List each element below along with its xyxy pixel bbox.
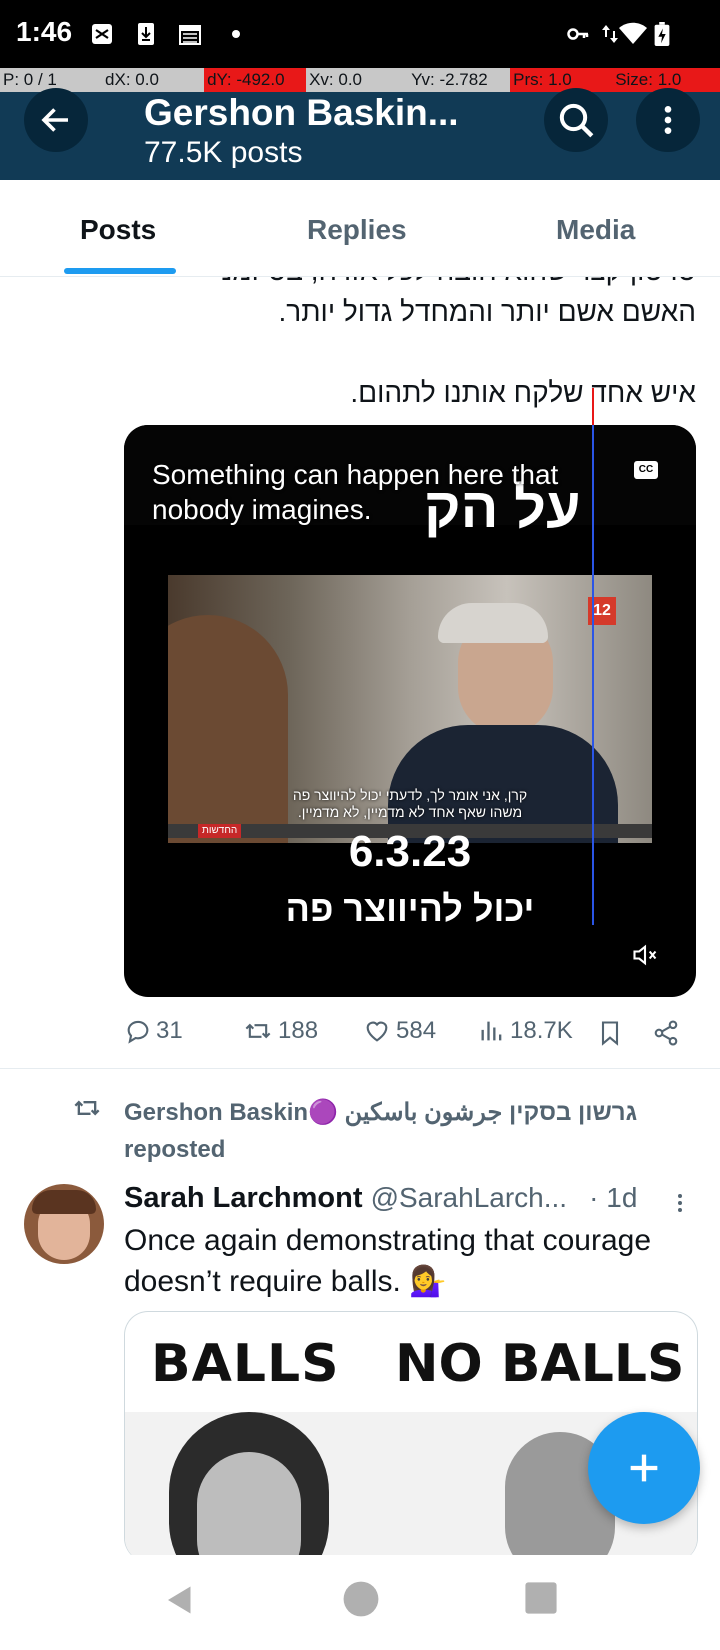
author-name[interactable]: Sarah Larchmont [124,1182,363,1214]
home-circle-icon[interactable] [342,1580,380,1618]
touch-trace-line [592,425,594,925]
speaker-hair [438,603,548,643]
system-nav-bar [0,1555,720,1650]
video-frame: 12 קרן, אני אומר לך, לדעתי יכול להיווצר … [168,575,652,843]
author-handle[interactable]: @SarahLarch... [371,1182,568,1213]
recents-square-icon[interactable] [524,1581,558,1615]
reply-count: 31 [156,1017,183,1044]
avatar[interactable] [24,1184,104,1264]
active-tab-indicator [64,268,176,274]
views-button[interactable]: 18.7K [478,1017,573,1045]
video-player[interactable]: על הק Something can happen here that nob… [124,425,696,997]
arrow-left-icon [41,108,68,132]
pointer-pressure: Prs: 1.0 [510,68,613,92]
search-icon [559,103,594,138]
video-subtitle-line: קרן, אני אומר לך, לדעתי יכול להיווצר פה [292,787,528,803]
video-bottom-hebrew: יכול להיווצר פה [285,888,535,929]
back-triangle-icon[interactable] [162,1580,198,1620]
reposted-label: reposted [124,1136,226,1163]
video-subtitle: קרן, אני אומר לך, לדעתי יכול להיווצר פה … [168,787,652,821]
compose-button[interactable] [588,1412,700,1524]
repost-count: 188 [278,1017,319,1044]
like-button[interactable]: 584 [362,1017,436,1045]
tab-replies[interactable]: Replies [307,214,407,246]
clipped-text-row: סרטון קצר שהוא חובה לכל אזרח, בס זמנ [0,277,720,293]
search-button[interactable] [544,88,608,152]
pointer-dy: dY: -492.0 [204,68,307,92]
closed-captions-button[interactable]: CC [634,461,658,479]
status-time: 1:46 [16,16,73,47]
tab-media[interactable]: Media [556,214,635,246]
tweet-author-row: Sarah Larchmont @SarahLarch... · 1d [124,1182,637,1215]
repost-attribution[interactable]: Gershon Baskin🟣 גרשון בסקין جرشون باسكين… [124,1094,664,1168]
post-text-line: האשם אשם יותר והמחדל גדול יותר. [278,296,696,327]
post-count: 77.5K posts [144,136,303,169]
repost-indicator-icon [74,1100,100,1116]
pointer-xv: Xv: 0.0 [306,68,409,92]
post-text-line: איש אחד שלקח אותנו לתהום. [350,377,696,408]
reposter-name: Gershon Baskin🟣 גרשון בסקין جرشون باسكين [124,1099,638,1126]
download-icon [138,23,154,45]
video-caption: Something can happen here that nobody im… [152,459,559,525]
tweet-text: Once again demonstrating that courage do… [124,1224,652,1298]
wifi-icon [619,22,647,44]
reply-bubble-icon [127,1020,149,1044]
back-button[interactable] [24,88,88,152]
post-divider [0,1068,720,1069]
card-left-heading: BALLS [151,1334,340,1394]
repost-icon [245,1023,271,1039]
battery-charging-icon [654,22,670,46]
vpn-key-icon [567,28,589,40]
video-date: 6.3.23 [348,827,472,876]
plus-icon [630,1454,658,1482]
views-count: 18.7K [510,1017,573,1044]
left-portrait-face [197,1452,301,1562]
pointer-yv: Yv: -2.782 [408,68,511,92]
tweet-more-icon[interactable] [668,1188,692,1218]
profile-header: Gershon Baskin... 77.5K posts [0,88,720,180]
shuffle-icon [92,24,112,44]
video-subtitle-line: משהו שאף אחד לא מדמיין, לא מדמיין. [297,804,523,820]
calendar-icon [179,25,201,45]
avatar-hair [32,1190,96,1214]
more-options-button[interactable] [636,88,700,152]
dot-icon [232,30,240,38]
bookmark-icon[interactable] [596,1018,624,1048]
status-bar: 1:46 [0,0,720,70]
reply-button[interactable]: 31 [124,1017,183,1045]
repost-button[interactable]: 188 [242,1017,318,1045]
pointer-dx: dX: 0.0 [102,68,205,92]
tweet-time: · 1d [589,1182,638,1213]
post-text-line-cut: סרטון קצר שהוא חובה לכל אזרח, בס זמנ [221,277,696,287]
volume-mute-icon[interactable] [630,941,660,969]
more-vertical-icon [664,106,672,134]
heart-icon [366,1021,388,1042]
like-count: 584 [396,1017,437,1044]
profile-name: Gershon Baskin... [144,92,459,133]
tab-posts[interactable]: Posts [80,214,156,246]
touch-trace-start [592,388,594,428]
card-right-heading: NO BALLS [395,1334,685,1394]
share-icon[interactable] [652,1018,680,1048]
views-chart-icon [481,1021,502,1041]
pointer-location-bar: P: 0 / 1 dX: 0.0 dY: -492.0 Xv: 0.0 Yv: … [0,68,720,92]
profile-tabs: Posts Replies Media [0,180,720,277]
